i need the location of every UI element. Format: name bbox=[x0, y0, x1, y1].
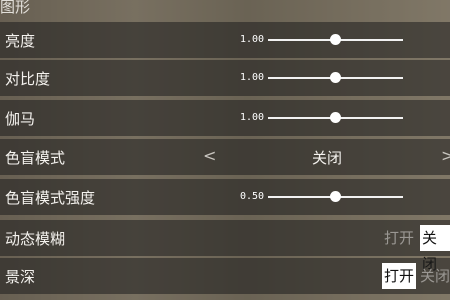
setting-label: 动态模糊 bbox=[5, 230, 66, 248]
motion-blur-on-option[interactable]: 打开 bbox=[384, 225, 414, 251]
setting-label: 色盲模式 bbox=[5, 149, 66, 167]
gamma-slider-thumb[interactable] bbox=[330, 112, 341, 123]
depth-of-field-off-option[interactable]: 关闭 bbox=[420, 263, 450, 289]
setting-row-brightness: 亮度 1.00 bbox=[0, 22, 450, 58]
setting-row-contrast: 对比度 1.00 bbox=[0, 60, 450, 96]
chevron-right-icon[interactable]: > bbox=[441, 146, 450, 165]
setting-label: 伽马 bbox=[5, 110, 36, 128]
setting-value: 1.00 bbox=[240, 112, 265, 123]
setting-label: 景深 bbox=[5, 268, 36, 286]
colorblind-strength-slider-thumb[interactable] bbox=[330, 191, 341, 202]
brightness-slider-thumb[interactable] bbox=[330, 34, 341, 45]
setting-row-colorblind-strength: 色盲模式强度 0.50 bbox=[0, 179, 450, 215]
colorblind-mode-value: 关闭 bbox=[312, 149, 343, 167]
setting-value: 0.50 bbox=[240, 191, 265, 202]
setting-row-motion-blur: 动态模糊 打开 关闭 bbox=[0, 220, 450, 273]
setting-row-gamma: 伽马 1.00 bbox=[0, 100, 450, 136]
depth-of-field-on-option[interactable]: 打开 bbox=[382, 263, 417, 289]
motion-blur-off-option[interactable]: 关闭 bbox=[420, 225, 450, 273]
setting-value: 1.00 bbox=[240, 34, 265, 45]
setting-value: 1.00 bbox=[240, 72, 265, 83]
chevron-left-icon[interactable]: < bbox=[203, 146, 216, 165]
contrast-slider-thumb[interactable] bbox=[330, 72, 341, 83]
section-title: 图形 bbox=[0, 0, 31, 16]
setting-label: 亮度 bbox=[5, 32, 36, 50]
setting-label: 对比度 bbox=[5, 70, 51, 88]
setting-row-depth-of-field: 景深 打开 关闭 bbox=[0, 258, 450, 294]
setting-label: 色盲模式强度 bbox=[5, 189, 96, 207]
setting-row-colorblind-mode: 色盲模式 < 关闭 > bbox=[0, 139, 450, 175]
